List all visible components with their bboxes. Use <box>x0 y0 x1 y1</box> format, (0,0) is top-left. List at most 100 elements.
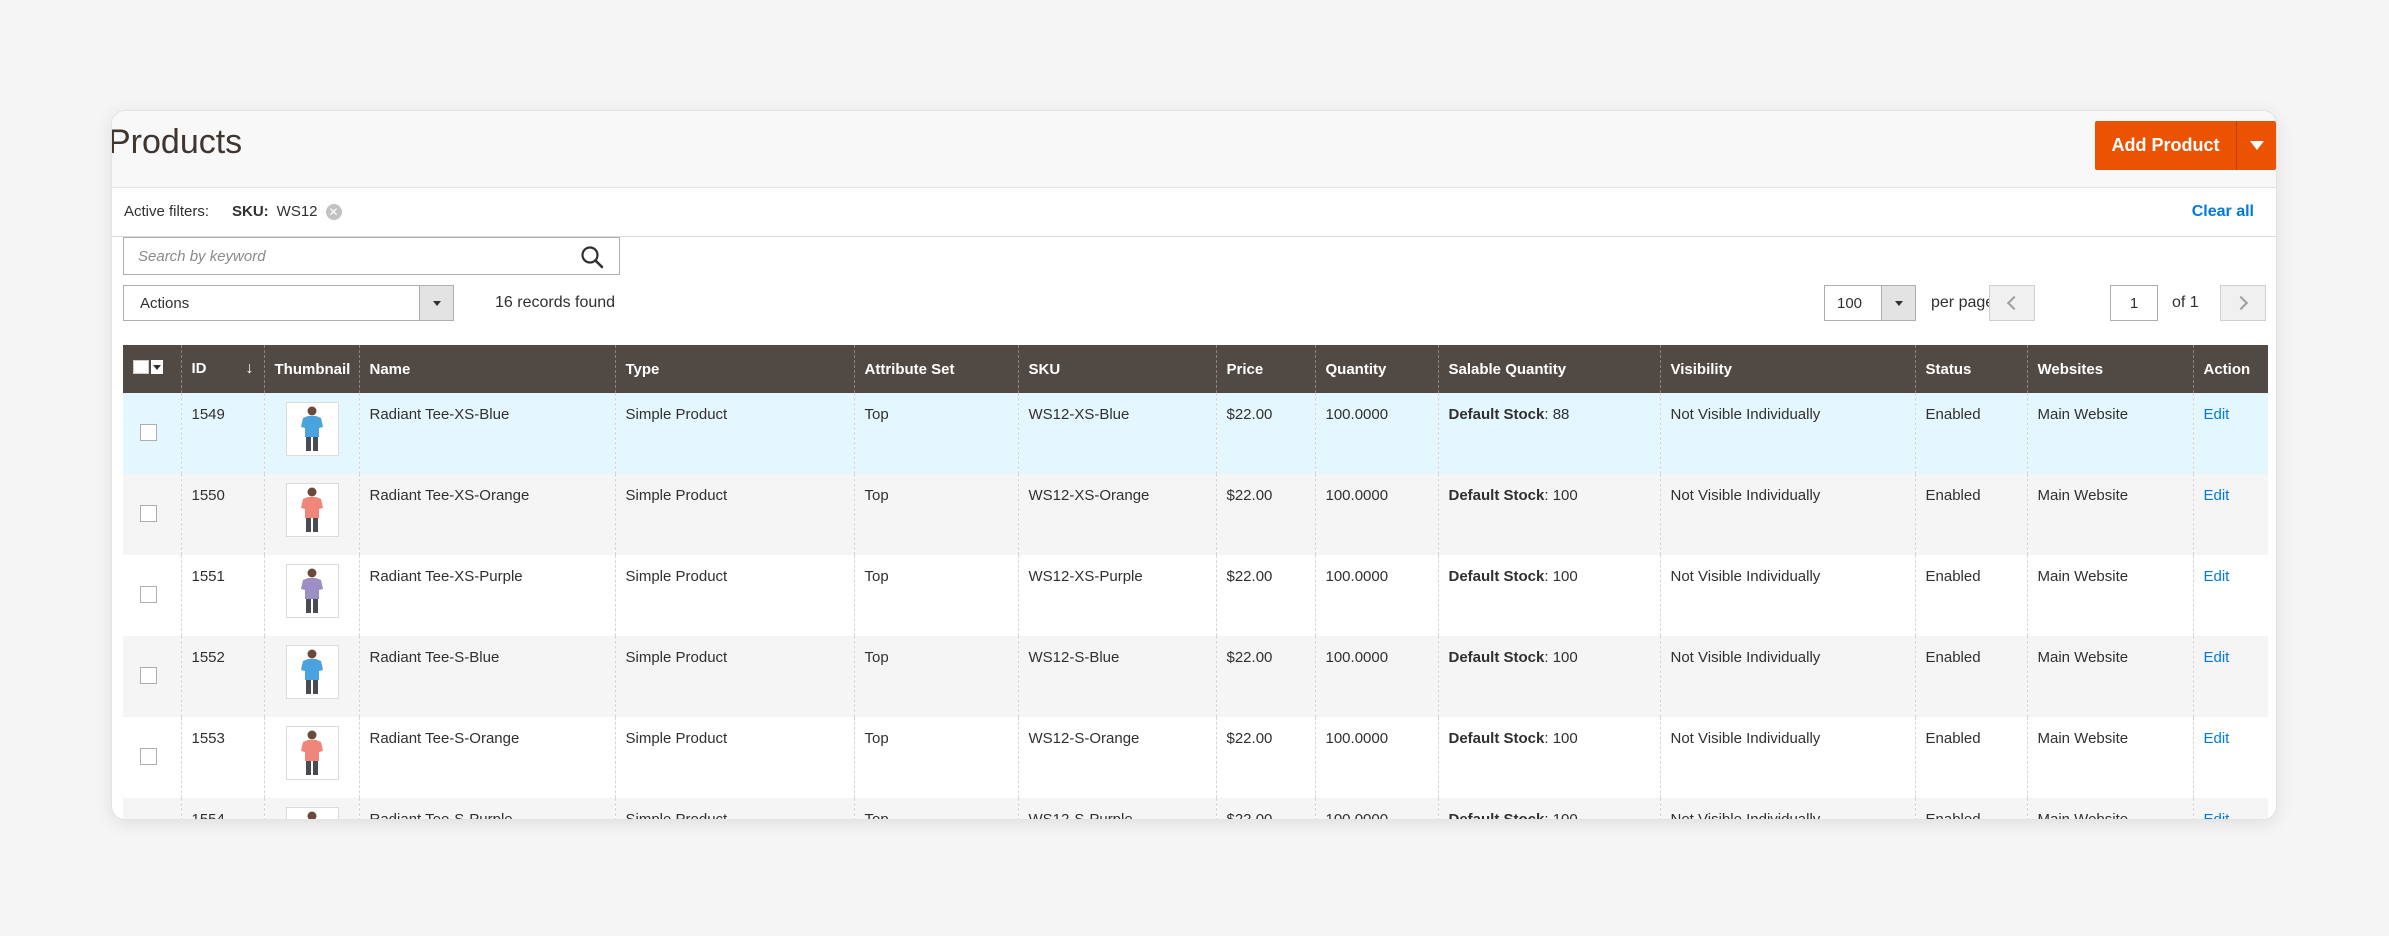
product-thumbnail[interactable] <box>285 645 339 699</box>
table-row[interactable]: 1549 Radiant Tee-XS-Blue Simple Product Top… <box>123 393 2268 474</box>
search-icon[interactable] <box>579 244 605 270</box>
stock-label: Default Stock <box>1448 649 1545 666</box>
cell-name: Radiant Tee-XS-Blue <box>358 393 615 474</box>
column-header-quantity[interactable]: Quantity <box>1314 345 1438 393</box>
cell-type: Simple Product <box>614 555 854 636</box>
stock-value: : 100 <box>1544 487 1578 504</box>
per-page-dropdown[interactable]: 100 <box>1824 285 1916 321</box>
cell-websites: Main Website <box>2026 474 2193 555</box>
product-thumbnail[interactable] <box>285 402 339 456</box>
tshirt-icon <box>301 730 323 775</box>
column-header-name[interactable]: Name <box>358 345 615 393</box>
search-input[interactable] <box>124 238 564 274</box>
cell-thumbnail <box>263 555 359 636</box>
column-header-type[interactable]: Type <box>614 345 854 393</box>
cell-id: 1552 <box>180 636 264 717</box>
edit-link[interactable]: Edit <box>2204 568 2230 585</box>
table-row[interactable]: 1551 Radiant Tee-XS-Purple Simple Product T… <box>123 555 2268 636</box>
actions-dropdown[interactable]: Actions <box>123 285 454 321</box>
cell-quantity: 100.0000 <box>1314 393 1438 474</box>
chevron-right-icon <box>2233 295 2249 311</box>
cell-websites: Main Website <box>2026 798 2193 819</box>
cell-price: $22.00 <box>1215 798 1315 819</box>
products-panel: Products Add Product Active filters: SKU… <box>111 110 2277 820</box>
select-all-checkbox[interactable] <box>133 360 149 374</box>
cell-id: 1550 <box>180 474 264 555</box>
cell-salable-quantity: Default Stock: 100 <box>1437 555 1660 636</box>
per-page-label: per page <box>1931 294 1995 311</box>
row-checkbox[interactable] <box>140 586 157 603</box>
stock-value: : 88 <box>1544 406 1570 423</box>
edit-link[interactable]: Edit <box>2204 811 2230 819</box>
table-row[interactable]: 1553 Radiant Tee-S-Orange Simple Product To… <box>123 717 2268 798</box>
edit-link[interactable]: Edit <box>2204 649 2230 666</box>
cell-quantity: 100.0000 <box>1314 474 1438 555</box>
cell-sku: WS12-S-Purple <box>1017 798 1216 819</box>
column-header-salable-quantity: Salable Quantity <box>1437 345 1660 393</box>
cell-action: Edit <box>2192 474 2268 555</box>
column-header-attribute-set[interactable]: Attribute Set <box>853 345 1018 393</box>
table-row[interactable]: 1550 Radiant Tee-XS-Orange Simple Product T… <box>123 474 2268 555</box>
cell-id: 1554 <box>180 798 264 819</box>
search-box <box>123 237 620 275</box>
cell-sku: WS12-XS-Purple <box>1017 555 1216 636</box>
products-grid: ID ↓ Thumbnail Name Type Attribute Set SK… <box>123 345 2268 819</box>
column-header-price[interactable]: Price <box>1215 345 1315 393</box>
cell-visibility: Not Visible Individually <box>1659 717 1915 798</box>
add-product-split-button: Add Product <box>2095 121 2276 170</box>
add-product-button[interactable]: Add Product <box>2095 121 2237 170</box>
cell-id: 1549 <box>180 393 264 474</box>
cell-visibility: Not Visible Individually <box>1659 555 1915 636</box>
cell-attribute-set: Top <box>853 636 1018 717</box>
row-checkbox[interactable] <box>140 424 157 441</box>
product-thumbnail[interactable] <box>285 807 339 819</box>
page-number-input[interactable] <box>2110 285 2158 321</box>
cell-salable-quantity: Default Stock: 88 <box>1437 393 1660 474</box>
table-row[interactable]: 1552 Radiant Tee-S-Blue Simple Product Top W… <box>123 636 2268 717</box>
previous-page-button[interactable] <box>1989 285 2035 321</box>
add-product-dropdown-toggle[interactable] <box>2237 121 2276 170</box>
cell-websites: Main Website <box>2026 717 2193 798</box>
edit-link[interactable]: Edit <box>2204 730 2230 747</box>
cell-salable-quantity: Default Stock: 100 <box>1437 474 1660 555</box>
chevron-down-icon[interactable] <box>151 360 163 374</box>
column-header-thumbnail: Thumbnail <box>263 345 359 393</box>
column-header-visibility[interactable]: Visibility <box>1659 345 1915 393</box>
row-checkbox[interactable] <box>140 667 157 684</box>
grid-header-row: ID ↓ Thumbnail Name Type Attribute Set SK… <box>123 345 2268 393</box>
column-header-websites[interactable]: Websites <box>2026 345 2193 393</box>
row-checkbox[interactable] <box>140 505 157 522</box>
column-header-sku[interactable]: SKU <box>1017 345 1216 393</box>
cell-price: $22.00 <box>1215 393 1315 474</box>
edit-link[interactable]: Edit <box>2204 487 2230 504</box>
cell-attribute-set: Top <box>853 474 1018 555</box>
cell-thumbnail <box>263 474 359 555</box>
edit-link[interactable]: Edit <box>2204 406 2230 423</box>
product-thumbnail[interactable] <box>285 726 339 780</box>
column-header-status[interactable]: Status <box>1914 345 2027 393</box>
filter-chip-sku: SKU: WS12 ✕ <box>232 203 342 220</box>
chevron-left-icon <box>2006 295 2022 311</box>
product-thumbnail[interactable] <box>285 564 339 618</box>
mass-select-control[interactable] <box>133 360 163 374</box>
cell-salable-quantity: Default Stock: 100 <box>1437 636 1660 717</box>
cell-type: Simple Product <box>614 798 854 819</box>
chevron-down-icon <box>419 286 453 320</box>
row-select-cell <box>123 636 181 717</box>
tshirt-icon <box>307 811 317 819</box>
remove-filter-icon[interactable]: ✕ <box>325 203 342 220</box>
cell-websites: Main Website <box>2026 555 2193 636</box>
clear-all-link[interactable]: Clear all <box>2192 203 2254 221</box>
cell-attribute-set: Top <box>853 555 1018 636</box>
cell-thumbnail <box>263 717 359 798</box>
table-row[interactable]: 1554 Radiant Tee-S-Purple Simple Product To… <box>123 798 2268 819</box>
tshirt-icon <box>301 649 323 694</box>
actions-label: Actions <box>140 295 190 312</box>
cell-status: Enabled <box>1914 798 2027 819</box>
stock-value: : 100 <box>1544 568 1578 585</box>
product-thumbnail[interactable] <box>285 483 339 537</box>
row-checkbox[interactable] <box>140 748 157 765</box>
column-header-id[interactable]: ID ↓ <box>180 345 264 393</box>
chevron-down-icon <box>2249 141 2264 150</box>
next-page-button[interactable] <box>2220 285 2266 321</box>
